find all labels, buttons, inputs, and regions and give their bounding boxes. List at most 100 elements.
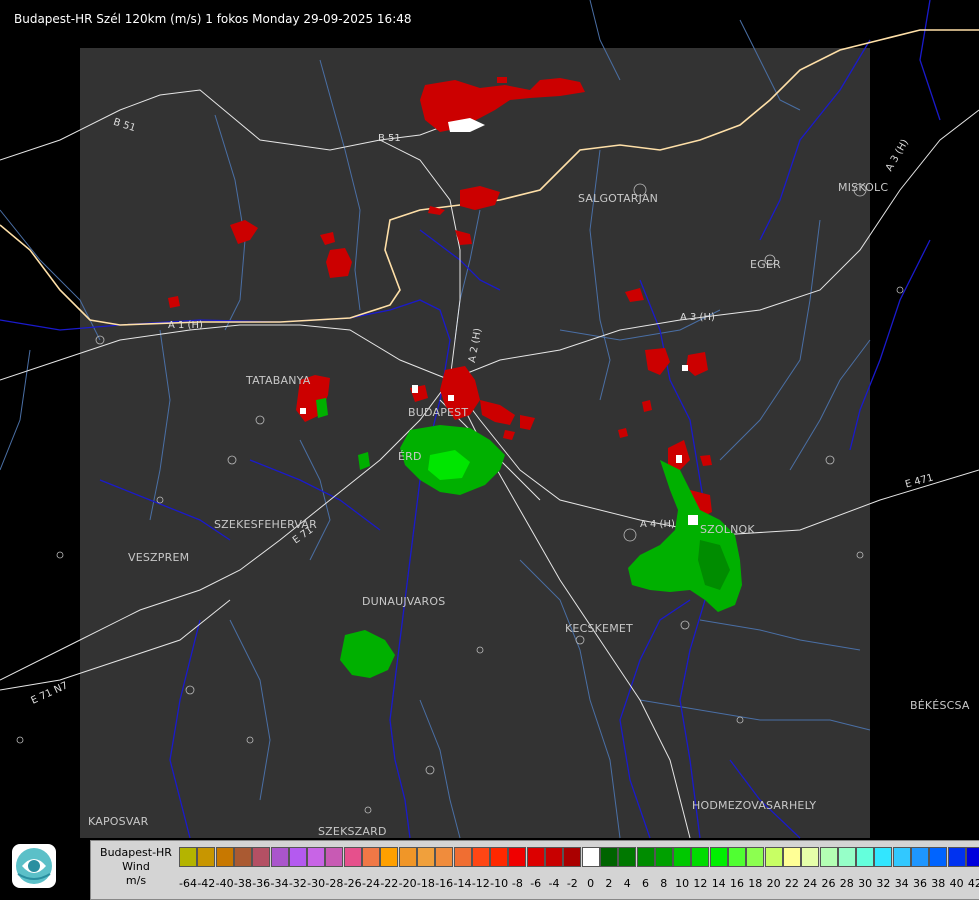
legend-tick-label: 20 (766, 877, 781, 890)
map-title: Budapest-HR Szél 120km (m/s) 1 fokos Mon… (14, 12, 412, 26)
legend-tick-label: 6 (642, 877, 649, 890)
legend-swatch (179, 847, 197, 867)
legend-swatch (233, 847, 252, 867)
legend-tick-label: 2 (605, 877, 613, 890)
legend-swatch (911, 847, 929, 867)
road-label-a3: A 3 (H) (680, 312, 715, 323)
legend-tick-label: 26 (821, 877, 836, 890)
legend-swatch (618, 847, 637, 867)
legend-swatch (764, 847, 783, 867)
legend-swatch (307, 847, 326, 867)
legend-tick-label: -12 (471, 877, 490, 890)
legend-swatch (819, 847, 838, 867)
legend-tick-label: -16 (435, 877, 454, 890)
road-label-a4: A 4 (H) (640, 519, 675, 530)
legend-tick-label: 42 (967, 877, 979, 890)
legend-tick-label: -18 (416, 877, 435, 890)
radar-map (0, 0, 979, 839)
legend-tick-label: -32 (288, 877, 307, 890)
wind-color-legend: Budapest-HR Wind m/s -64 -42 -40 -38 -36 -34-… (90, 840, 979, 900)
city-label-szolnok: SZOLNOK (700, 523, 755, 536)
legend-swatch (288, 847, 307, 867)
legend-swatch (490, 847, 509, 867)
road-label-a1: A 1 (H) (168, 320, 203, 331)
legend-tick-label: -22 (380, 877, 399, 890)
legend-swatch (526, 847, 545, 867)
legend-tick-label: 0 (587, 877, 595, 890)
legend-swatch (252, 847, 271, 867)
legend-tick-label: -2 (566, 877, 578, 890)
legend-swatch (874, 847, 893, 867)
legend-swatch (343, 847, 362, 867)
legend-swatch (471, 847, 490, 867)
legend-tick-label: 10 (675, 877, 690, 890)
city-label-dunaujvaros: DUNAUJVAROS (362, 595, 446, 608)
legend-tick-label: -64 (179, 877, 197, 890)
legend-swatch (215, 847, 234, 867)
radar-logo-icon (12, 844, 56, 888)
legend-swatch (673, 847, 692, 867)
legend-tick-label: 34 (894, 877, 909, 890)
legend-swatch (837, 847, 856, 867)
legend-tick-label: 4 (623, 877, 631, 890)
legend-tick-label: 12 (693, 877, 708, 890)
legend-tick-label: -28 (325, 877, 344, 890)
legend-tick-label: -26 (343, 877, 362, 890)
city-label-tatabanya: TATABANYA (246, 374, 311, 387)
legend-tick-label: -14 (453, 877, 472, 890)
legend-swatch (892, 847, 911, 867)
legend-swatch (380, 847, 399, 867)
city-label-miskolc: MISKOLC (838, 181, 889, 194)
legend-swatch (398, 847, 417, 867)
legend-swatch (325, 847, 344, 867)
city-label-eger: EGER (750, 258, 781, 271)
legend-swatch (581, 847, 600, 867)
legend-swatch (435, 847, 454, 867)
legend-swatch (746, 847, 765, 867)
legend-tick-label: -20 (398, 877, 417, 890)
legend-tick-label: -6 (530, 877, 542, 890)
legend-swatch (965, 847, 979, 867)
legend-swatch (636, 847, 655, 867)
legend-tick-label: 16 (730, 877, 744, 890)
legend-swatch (362, 847, 380, 867)
city-label-veszprem: VESZPREM (128, 551, 190, 564)
legend-tick-label: 38 (931, 877, 946, 890)
legend-tick-label: 22 (784, 877, 799, 890)
legend-title-line: Wind (122, 860, 150, 873)
city-label-erd: ÉRD (398, 450, 422, 463)
legend-swatch (599, 847, 618, 867)
city-label-kaposvar: KAPOSVAR (88, 815, 149, 828)
legend-swatch (270, 847, 289, 867)
legend-tick-label: 36 (913, 877, 927, 890)
city-label-salgotarjan: SALGOTARJAN (578, 192, 659, 205)
road-label-b51-east: B 51 (378, 133, 401, 144)
legend-tick-label: -34 (270, 877, 289, 890)
legend-swatch (453, 847, 472, 867)
city-label-szekszard: SZEKSZARD (318, 825, 387, 838)
legend-swatch (416, 847, 435, 867)
legend-swatch (691, 847, 710, 867)
city-label-bekescsaba: BÉKÉSCSA (910, 699, 970, 712)
legend-swatch (545, 847, 563, 867)
legend-swatch (197, 847, 216, 867)
legend-swatch (728, 847, 746, 867)
city-label-hodmezovasarhely: HODMEZOVASARHELY (692, 799, 817, 812)
legend-swatch (563, 847, 582, 867)
legend-tick-label: -42 (197, 877, 216, 890)
legend-swatch (856, 847, 875, 867)
legend-title-line: Budapest-HR (100, 846, 172, 859)
legend-tick-label: -40 (215, 877, 234, 890)
legend-swatch (782, 847, 801, 867)
legend-tick-label: -24 (362, 877, 380, 890)
legend-tick-label: 28 (839, 877, 854, 890)
legend-tick-label: -36 (252, 877, 271, 890)
city-label-budapest: BUDAPEST (408, 406, 469, 419)
legend-swatch (654, 847, 673, 867)
legend-swatch (801, 847, 820, 867)
legend-tick-label: 8 (660, 877, 668, 890)
legend-swatch (709, 847, 728, 867)
legend-tick-label: -30 (307, 877, 326, 890)
legend-title-line: m/s (125, 874, 147, 887)
legend-swatch (947, 847, 966, 867)
